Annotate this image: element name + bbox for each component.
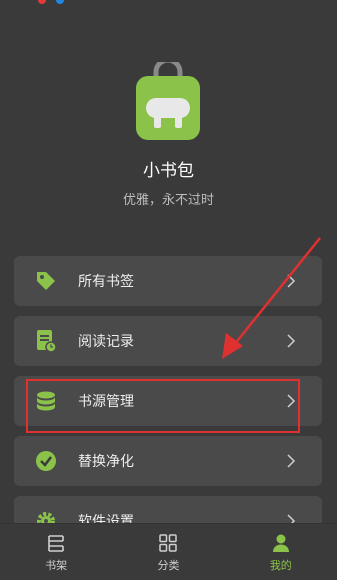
reading-record-icon xyxy=(34,329,58,353)
app-slogan: 优雅，永不过时 xyxy=(122,193,214,208)
tab-category[interactable]: 分类 xyxy=(112,524,224,580)
tab-label: 我的 xyxy=(269,558,292,572)
tab-label: 分类 xyxy=(157,558,180,572)
menu-item-replace-purify[interactable]: 替换净化 xyxy=(14,436,322,486)
tag-icon xyxy=(34,269,58,293)
user-icon xyxy=(270,532,292,554)
menu-item-label: 所有书签 xyxy=(78,274,134,290)
annotation-highlight-box xyxy=(26,379,300,433)
grid-icon xyxy=(157,532,179,554)
app-name: 小书包 xyxy=(143,161,194,181)
menu-item-reading-history[interactable]: 阅读记录 xyxy=(14,316,322,366)
check-badge-icon xyxy=(34,449,58,473)
chevron-right-icon xyxy=(287,454,296,468)
menu-item-bookmarks[interactable]: 所有书签 xyxy=(14,256,322,306)
bottom-tab-bar: 书架 分类 我的 xyxy=(0,523,337,580)
chevron-right-icon xyxy=(287,274,296,288)
chevron-right-icon xyxy=(287,334,296,348)
tab-mine[interactable]: 我的 xyxy=(225,524,337,580)
status-bar-indicators xyxy=(38,0,64,4)
menu-item-label: 替换净化 xyxy=(78,454,134,470)
bookshelf-icon xyxy=(45,532,67,554)
tab-bookshelf[interactable]: 书架 xyxy=(0,524,112,580)
status-dot-red xyxy=(38,0,46,4)
tab-label: 书架 xyxy=(45,558,68,572)
app-logo xyxy=(136,62,200,140)
menu-item-label: 阅读记录 xyxy=(78,334,134,350)
status-dot-blue xyxy=(56,0,64,4)
